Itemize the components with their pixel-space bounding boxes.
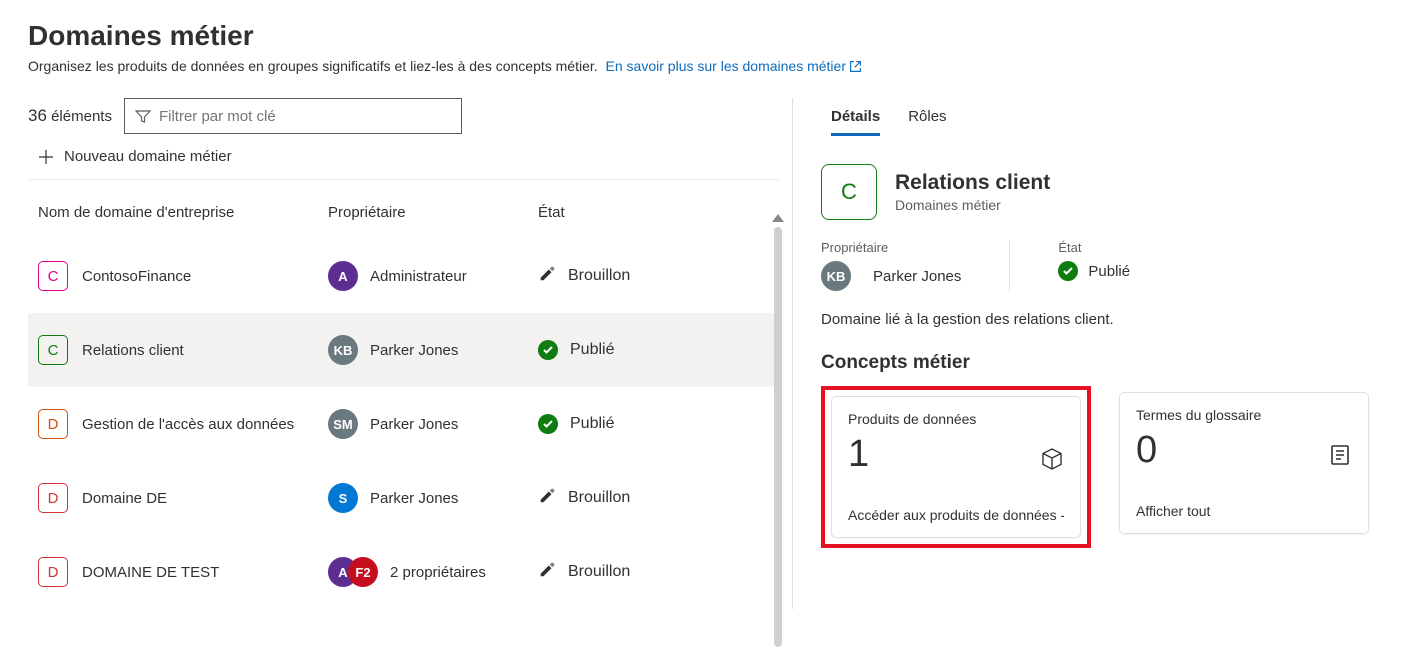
check-icon	[538, 340, 558, 361]
owner-avatar: KB	[821, 261, 851, 291]
domain-letter-icon: C	[38, 261, 68, 291]
concepts-heading: Concepts métier	[821, 352, 1376, 374]
domain-description: Domaine lié à la gestion des relations c…	[821, 311, 1376, 328]
domain-name: ContosoFinance	[82, 268, 191, 285]
domain-letter-icon: C	[821, 164, 877, 220]
check-icon	[538, 414, 558, 435]
item-count: 36 éléments	[28, 106, 112, 126]
domain-name: Domaine DE	[82, 490, 167, 507]
avatar: SM	[328, 409, 358, 439]
filter-input[interactable]	[159, 108, 451, 125]
state-text: Brouillon	[568, 267, 630, 285]
owner-name: Parker Jones	[873, 268, 961, 285]
state-label: État	[1058, 240, 1130, 255]
plus-icon	[38, 149, 54, 165]
card-count: 1	[848, 433, 1064, 476]
draft-icon	[538, 561, 556, 584]
col-header-owner[interactable]: Propriétaire	[328, 204, 538, 221]
col-header-state[interactable]: État	[538, 204, 770, 221]
filter-icon	[135, 108, 151, 124]
card-link[interactable]: Accéder aux produits de données -Y	[848, 507, 1064, 523]
concept-card[interactable]: Produits de données 1 Accéder aux produi…	[821, 386, 1091, 548]
draft-icon	[538, 265, 556, 288]
state-text: Publié	[570, 415, 614, 433]
card-title: Termes du glossaire	[1136, 407, 1352, 423]
avatar: S	[328, 483, 358, 513]
draft-icon	[538, 487, 556, 510]
new-domain-button[interactable]: Nouveau domaine métier	[28, 142, 780, 180]
owner-label: Propriétaire	[821, 240, 961, 255]
detail-tabs: Détails Rôles	[821, 98, 1376, 136]
domain-name: Gestion de l'accès aux données	[82, 416, 294, 433]
table-row[interactable]: D DOMAINE DE TEST AF2 2 propriétaires Br…	[28, 535, 780, 609]
owner-text: Parker Jones	[370, 342, 458, 359]
domain-letter-icon: C	[38, 335, 68, 365]
state-text: Brouillon	[568, 489, 630, 507]
scrollbar-thumb[interactable]	[774, 227, 782, 647]
tab-details[interactable]: Détails	[831, 102, 880, 136]
avatar: A	[328, 261, 358, 291]
col-header-name[interactable]: Nom de domaine d'entreprise	[38, 204, 328, 221]
concept-card[interactable]: Termes du glossaire 0 Afficher tout	[1113, 386, 1375, 548]
page-title: Domaines métier	[28, 20, 1376, 52]
avatar: KB	[328, 335, 358, 365]
detail-title: Relations client	[895, 171, 1050, 195]
domain-letter-icon: D	[38, 409, 68, 439]
state-value: Publié	[1088, 263, 1130, 280]
card-count: 0	[1136, 429, 1352, 472]
learn-more-link[interactable]: En savoir plus sur les domaines métier	[606, 58, 862, 74]
state-text: Publié	[570, 341, 614, 359]
owner-text: Parker Jones	[370, 416, 458, 433]
card-link[interactable]: Afficher tout	[1136, 503, 1352, 519]
owner-text: Administrateur	[370, 268, 467, 285]
domain-name: DOMAINE DE TEST	[82, 564, 219, 581]
table-row[interactable]: C ContosoFinance A Administrateur Brouil…	[28, 239, 780, 313]
table-header: Nom de domaine d'entreprise Propriétaire…	[28, 180, 780, 239]
detail-subtitle: Domaines métier	[895, 197, 1050, 213]
check-icon	[1058, 261, 1078, 281]
card-title: Produits de données	[848, 411, 1064, 427]
table-row[interactable]: C Relations client KB Parker Jones Publi…	[28, 313, 780, 387]
tab-roles[interactable]: Rôles	[908, 102, 946, 136]
external-link-icon	[849, 60, 862, 73]
owner-text: Parker Jones	[370, 490, 458, 507]
owner-text: 2 propriétaires	[390, 564, 486, 581]
table-row[interactable]: D Gestion de l'accès aux données SM Park…	[28, 387, 780, 461]
domain-name: Relations client	[82, 342, 184, 359]
state-text: Brouillon	[568, 563, 630, 581]
domain-letter-icon: D	[38, 483, 68, 513]
domain-letter-icon: D	[38, 557, 68, 587]
filter-input-wrapper[interactable]	[124, 98, 462, 134]
table-row[interactable]: D Domaine DE S Parker Jones Brouillon	[28, 461, 780, 535]
avatar: F2	[348, 557, 378, 587]
page-subtitle: Organisez les produits de données en gro…	[28, 58, 862, 74]
